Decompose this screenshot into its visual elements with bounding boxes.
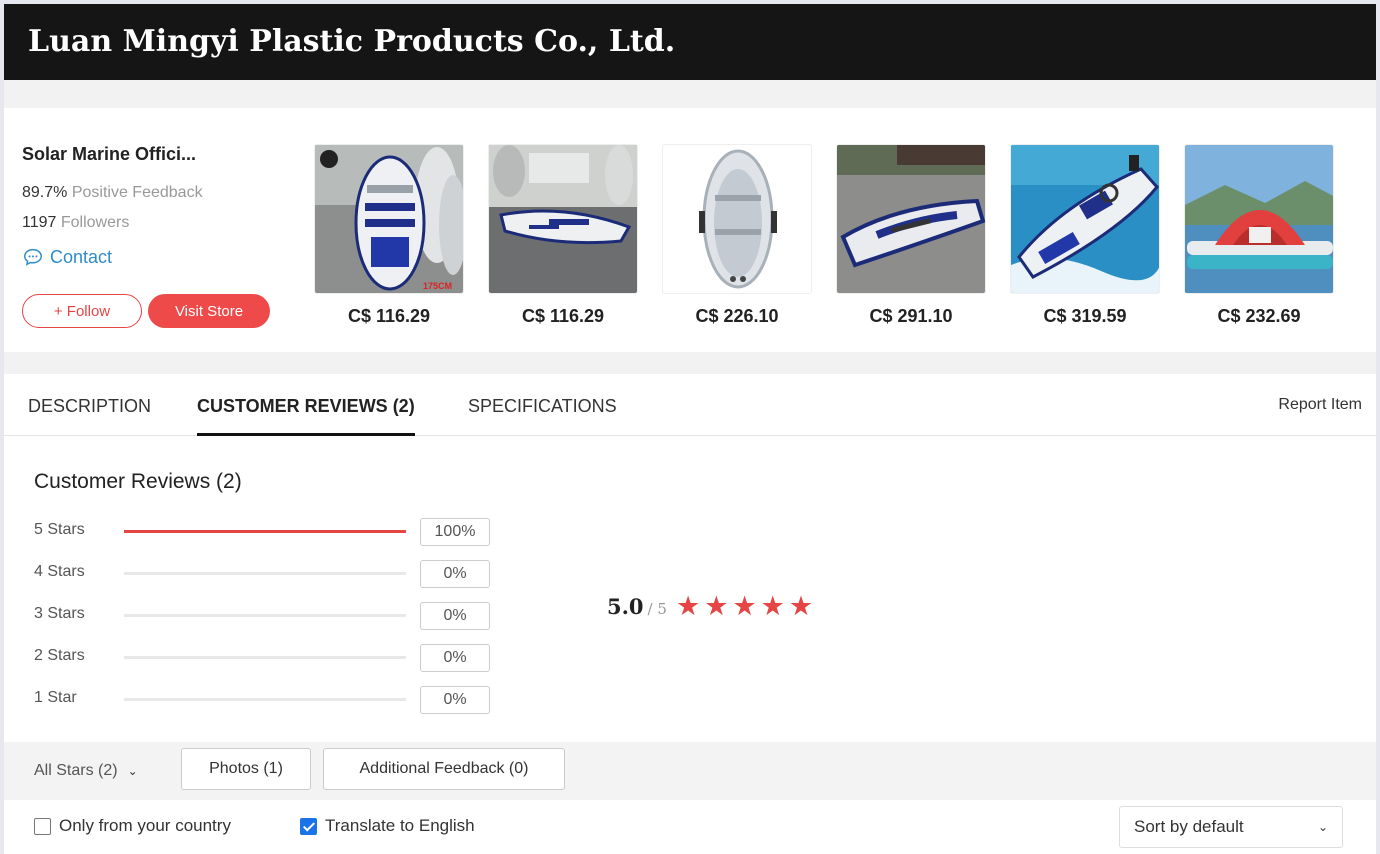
chevron-down-icon: ⌄ bbox=[127, 764, 138, 778]
rating-label: 1 Star bbox=[34, 689, 77, 706]
tab-customer-reviews[interactable]: CUSTOMER REVIEWS (2) bbox=[197, 396, 415, 437]
rating-bar bbox=[124, 656, 406, 659]
product-image[interactable] bbox=[488, 144, 638, 294]
star-icon: ★ bbox=[732, 591, 757, 621]
product-card[interactable]: 175CM C$ 116.29 bbox=[314, 144, 464, 327]
rating-label: 4 Stars bbox=[34, 563, 85, 580]
product-image[interactable] bbox=[1184, 144, 1334, 294]
all-stars-label: All Stars (2) bbox=[34, 762, 118, 779]
product-image[interactable] bbox=[1010, 144, 1160, 294]
product-image[interactable] bbox=[836, 144, 986, 294]
average-score: 5.0 bbox=[607, 594, 644, 619]
chevron-down-icon: ⌄ bbox=[1317, 820, 1328, 834]
visit-store-button[interactable]: Visit Store bbox=[148, 294, 270, 328]
average-rating: 5.0 / 5 bbox=[607, 594, 667, 619]
star-icon: ★ bbox=[760, 591, 785, 621]
rating-row[interactable]: 3 Stars 0% bbox=[34, 602, 504, 630]
product-card[interactable]: C$ 291.10 bbox=[836, 144, 986, 327]
product-price: C$ 116.29 bbox=[347, 306, 431, 326]
feedback-value: 89.7% bbox=[22, 184, 68, 201]
product-price: C$ 232.69 bbox=[1217, 306, 1301, 326]
rating-label: 5 Stars bbox=[34, 521, 85, 538]
product-card[interactable]: C$ 319.59 bbox=[1010, 144, 1160, 327]
star-icon: ★ bbox=[788, 591, 814, 621]
page-frame: Luan Mingyi Plastic Products Co., Ltd. S… bbox=[4, 4, 1376, 854]
product-card[interactable]: C$ 232.69 bbox=[1184, 144, 1334, 327]
product-price: C$ 116.29 bbox=[521, 306, 605, 326]
checkbox-checked-icon[interactable] bbox=[300, 817, 317, 835]
rating-percent: 0% bbox=[420, 644, 490, 672]
company-name: Luan Mingyi Plastic Products Co., Ltd. bbox=[28, 24, 676, 59]
product-image[interactable]: 175CM bbox=[314, 144, 464, 294]
rating-percent: 0% bbox=[420, 560, 490, 588]
rating-bar bbox=[124, 614, 406, 617]
rating-bar bbox=[124, 530, 406, 533]
reviews-title: Customer Reviews (2) bbox=[34, 470, 242, 493]
average-total: / 5 bbox=[647, 600, 667, 618]
only-country-checkbox[interactable]: Only from your country bbox=[34, 816, 231, 836]
report-item-link[interactable]: Report Item bbox=[1278, 396, 1362, 414]
product-card[interactable]: C$ 226.10 bbox=[662, 144, 812, 327]
all-stars-dropdown[interactable]: All Stars (2) ⌄ bbox=[34, 762, 138, 780]
positive-feedback: 89.7% Positive Feedback bbox=[22, 184, 203, 202]
store-card: Solar Marine Offici... 89.7% Positive Fe… bbox=[4, 108, 1376, 352]
star-icon: ★ bbox=[704, 591, 729, 621]
rating-percent: 0% bbox=[420, 686, 490, 714]
size-badge: 175CM bbox=[423, 281, 452, 291]
rating-percent: 100% bbox=[420, 518, 490, 546]
rating-label: 3 Stars bbox=[34, 605, 85, 622]
rating-row[interactable]: 5 Stars 100% bbox=[34, 518, 504, 546]
product-price: C$ 291.10 bbox=[869, 306, 953, 326]
rating-label: 2 Stars bbox=[34, 647, 85, 664]
sort-label: Sort by default bbox=[1134, 817, 1244, 836]
tab-description[interactable]: DESCRIPTION bbox=[28, 396, 151, 417]
review-options-bar: Only from your country Translate to Engl… bbox=[4, 800, 1376, 854]
tab-bar: DESCRIPTION CUSTOMER REVIEWS (2) SPECIFI… bbox=[4, 374, 1376, 437]
rating-row[interactable]: 1 Star 0% bbox=[34, 686, 504, 714]
review-filter-bar: All Stars (2) ⌄ Photos (1) Additional Fe… bbox=[4, 742, 1376, 800]
additional-feedback-button[interactable]: Additional Feedback (0) bbox=[323, 748, 565, 790]
tab-specifications[interactable]: SPECIFICATIONS bbox=[468, 396, 617, 417]
feedback-label: Positive Feedback bbox=[71, 184, 203, 201]
store-name[interactable]: Solar Marine Offici... bbox=[22, 144, 196, 165]
star-icon: ★ bbox=[676, 591, 701, 621]
followers: 1197 Followers bbox=[22, 214, 129, 232]
rating-bar-fill bbox=[124, 530, 406, 533]
contact-link[interactable]: Contact bbox=[22, 246, 112, 268]
rating-percent: 0% bbox=[420, 602, 490, 630]
contact-label: Contact bbox=[50, 246, 113, 267]
only-country-label: Only from your country bbox=[59, 816, 231, 835]
chat-bubble-icon bbox=[24, 248, 42, 266]
checkbox-unchecked-icon[interactable] bbox=[34, 817, 51, 835]
rating-row[interactable]: 2 Stars 0% bbox=[34, 644, 504, 672]
translate-checkbox[interactable]: Translate to English bbox=[300, 816, 475, 836]
product-price: C$ 226.10 bbox=[695, 306, 779, 326]
follow-button[interactable]: + Follow bbox=[22, 294, 142, 328]
rating-bar bbox=[124, 572, 406, 575]
rating-bar bbox=[124, 698, 406, 701]
product-image[interactable] bbox=[662, 144, 812, 294]
rating-row[interactable]: 4 Stars 0% bbox=[34, 560, 504, 588]
product-card[interactable]: C$ 116.29 bbox=[488, 144, 638, 327]
followers-label: Followers bbox=[60, 214, 130, 231]
sort-dropdown[interactable]: Sort by default ⌄ bbox=[1119, 806, 1343, 848]
translate-label: Translate to English bbox=[325, 816, 475, 835]
product-strip: 175CM C$ 116.29 C$ 116.29 C$ 226.10 C$ 2… bbox=[314, 144, 1334, 327]
product-price: C$ 319.59 bbox=[1043, 306, 1127, 326]
photos-filter-button[interactable]: Photos (1) bbox=[181, 748, 311, 790]
followers-value: 1197 bbox=[22, 214, 57, 231]
reviews-section: Customer Reviews (2) 5 Stars 100% 4 Star… bbox=[4, 436, 1376, 742]
star-rating: ★ ★ ★ ★ ★ bbox=[676, 592, 813, 620]
store-header: Luan Mingyi Plastic Products Co., Ltd. bbox=[4, 4, 1376, 80]
